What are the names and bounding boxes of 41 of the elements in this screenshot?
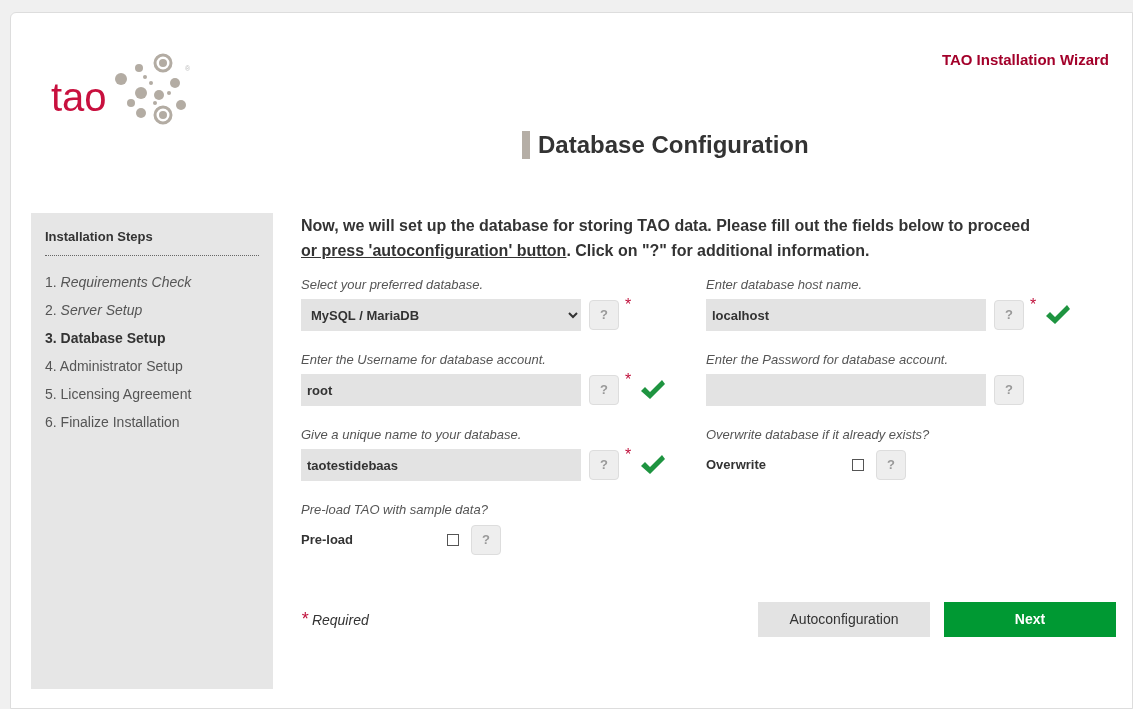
autoconfiguration-link[interactable]: or press 'autoconfiguration' button xyxy=(301,242,567,259)
required-icon: * xyxy=(1030,293,1039,317)
help-button[interactable]: ? xyxy=(589,300,619,330)
required-icon: * xyxy=(625,443,634,467)
help-button[interactable]: ? xyxy=(589,450,619,480)
checkbox[interactable] xyxy=(447,534,459,546)
input-field[interactable]: localhost xyxy=(706,299,986,331)
option-label: Overwrite xyxy=(706,456,767,475)
field-label: Enter the Username for database account. xyxy=(301,351,547,366)
step-item: 6. Finalize Installation xyxy=(45,412,181,432)
help-button[interactable]: ? xyxy=(876,450,906,480)
input-field[interactable] xyxy=(706,374,986,406)
field-label: Pre-load TAO with sample data? xyxy=(301,501,489,516)
sidebar-title: Installation Steps xyxy=(45,227,259,256)
checkbox[interactable] xyxy=(852,459,864,471)
help-button[interactable]: ? xyxy=(994,300,1024,330)
help-button[interactable]: ? xyxy=(589,375,619,405)
wizard-title: TAO Installation Wizard xyxy=(941,50,1109,70)
step-item: 3. Database Setup xyxy=(45,328,167,348)
option-label: Pre-load xyxy=(301,531,354,550)
autoconfiguration-button[interactable]: Autoconfiguration xyxy=(758,602,930,637)
input-field[interactable]: taotestidebaas xyxy=(301,449,581,481)
field-label: Select your preferred database. xyxy=(301,276,485,291)
help-button[interactable]: ? xyxy=(994,375,1024,405)
next-button[interactable]: Next xyxy=(944,602,1116,637)
field-label: Enter database host name. xyxy=(706,276,864,291)
intro-text: Now, we will set up the database for storing TAO data. Please fill out the fields below to proceed or press 'autoconfiguration' button. Click on "?" for additional information. xyxy=(301,216,1031,261)
step-item: 2. Server Setup xyxy=(45,300,144,320)
step-item: 1. Requirements Check xyxy=(45,272,193,292)
field-label: Give a unique name to your database. xyxy=(301,426,523,441)
step-item: 4. Administrator Setup xyxy=(45,356,184,376)
field-label: Overwrite database if it already exists? xyxy=(706,426,931,441)
required-icon: * xyxy=(625,368,634,392)
field-label: Enter the Password for database account. xyxy=(706,351,950,366)
required-note: * Required xyxy=(301,608,369,631)
required-icon: * xyxy=(625,293,634,317)
database-select[interactable]: MySQL / MariaDB xyxy=(301,299,581,331)
help-button[interactable]: ? xyxy=(471,525,501,555)
step-item: 5. Licensing Agreement xyxy=(45,384,193,404)
page-title: Database Configuration xyxy=(522,131,809,159)
input-field[interactable]: root xyxy=(301,374,581,406)
